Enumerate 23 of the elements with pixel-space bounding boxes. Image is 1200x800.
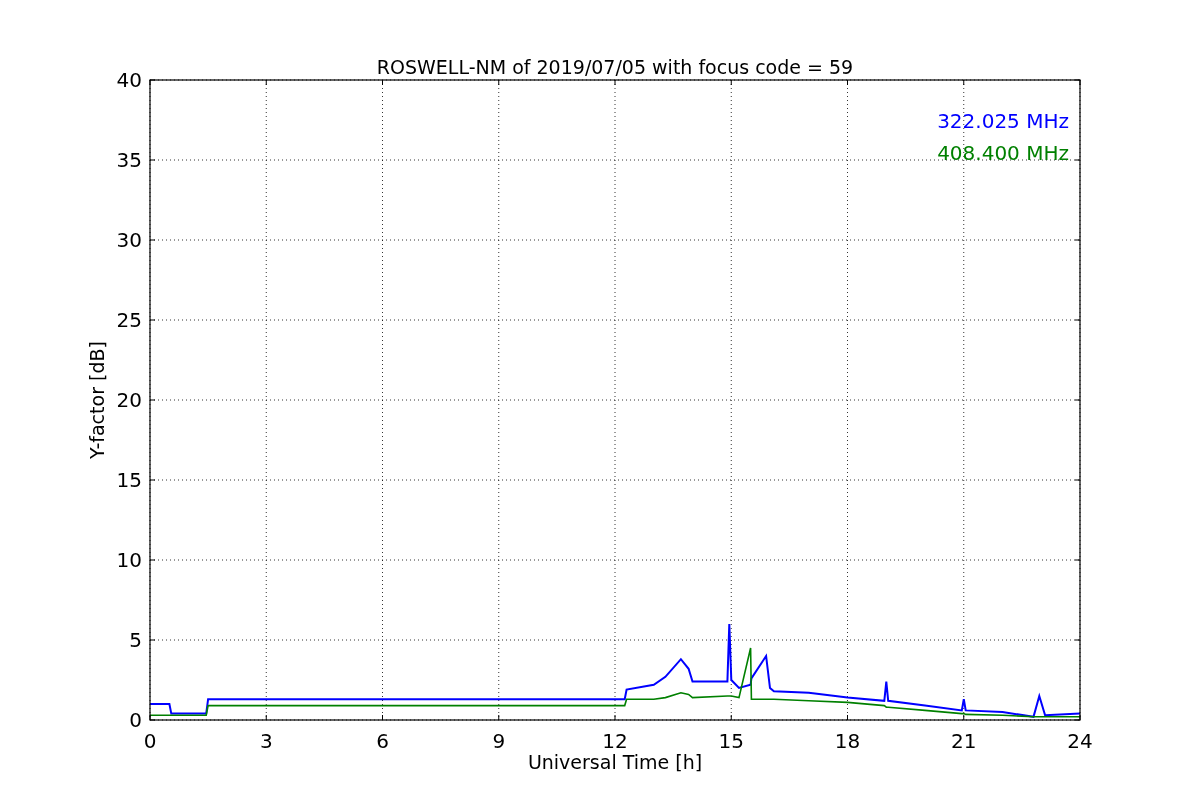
legend-label: 408.400 MHz: [937, 141, 1069, 165]
x-tick-label: 24: [1067, 729, 1093, 753]
y-axis-label: Y-factor [dB]: [86, 341, 108, 459]
y-tick-label: 5: [129, 628, 142, 652]
y-tick-label: 0: [129, 708, 142, 732]
x-tick-label: 12: [602, 729, 628, 753]
y-tick-label: 20: [116, 388, 142, 412]
y-tick-label: 15: [116, 468, 142, 492]
y-tick-label: 40: [116, 68, 142, 92]
x-tick-label: 3: [259, 729, 273, 753]
x-tick-label: 0: [143, 729, 157, 753]
x-axis-label: Universal Time [h]: [527, 751, 703, 773]
x-tick-label: 9: [492, 729, 506, 753]
y-tick-label: 30: [116, 228, 142, 252]
chart-title: ROSWELL-NM of 2019/07/05 with focus code = 59: [376, 56, 854, 78]
x-tick-label: 18: [834, 729, 861, 753]
x-tick-label: 21: [951, 729, 977, 753]
x-tick-label: 6: [376, 729, 389, 753]
x-tick-label: 15: [718, 729, 744, 753]
y-tick-label: 10: [116, 548, 142, 572]
legend-label: 322.025 MHz: [937, 109, 1069, 133]
y-tick-label: 25: [116, 308, 142, 332]
y-tick-label: 35: [116, 148, 142, 172]
